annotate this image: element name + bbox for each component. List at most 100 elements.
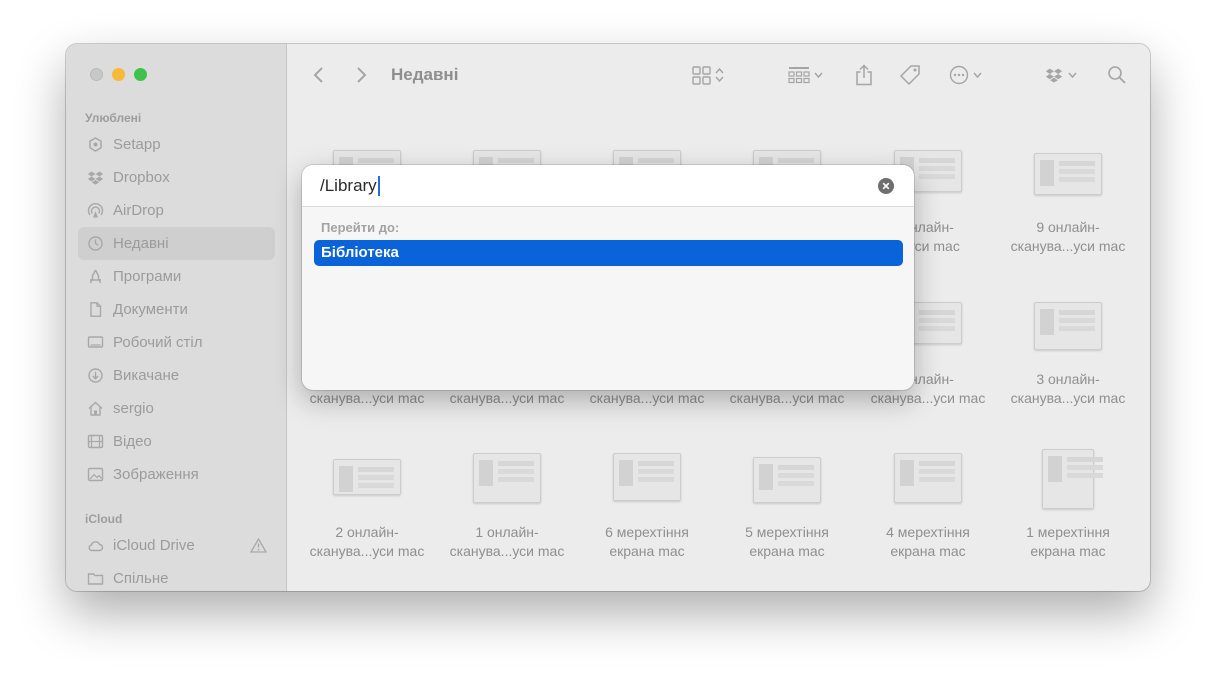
file-name-line2: екрана mac bbox=[609, 543, 685, 559]
file-item[interactable]: 2 онлайн- сканува...уси mac bbox=[297, 453, 437, 568]
file-name-line2: екрана mac bbox=[749, 543, 825, 559]
sidebar-item-label: Викачане bbox=[113, 367, 180, 384]
chevron-left-icon bbox=[313, 67, 323, 83]
file-name-line1: 4 мерехтіння bbox=[886, 524, 970, 540]
sidebar-item-movies[interactable]: Відео bbox=[78, 425, 275, 458]
dropbox-icon bbox=[87, 169, 104, 186]
more-icon bbox=[949, 65, 969, 85]
sidebar-item-downloads[interactable]: Викачане bbox=[78, 359, 275, 392]
sidebar-item-label: Dropbox bbox=[113, 169, 170, 186]
warning-icon[interactable] bbox=[249, 537, 268, 554]
file-name-line2: сканува...уси mac bbox=[589, 390, 705, 406]
go-to-folder-dialog: /Library Перейти до: Бібліотека bbox=[302, 165, 914, 390]
file-thumbnail bbox=[894, 453, 962, 503]
sidebar-section-favorites: Улюблені bbox=[85, 111, 142, 125]
sidebar-item-label: Спільне bbox=[113, 570, 169, 587]
file-name-line2: екрана mac bbox=[1030, 543, 1106, 559]
file-thumbnail bbox=[1034, 302, 1102, 350]
sidebar-section-icloud: iCloud bbox=[85, 512, 123, 526]
view-mode-button[interactable] bbox=[692, 63, 725, 87]
group-grid-icon bbox=[788, 67, 810, 84]
share-button[interactable] bbox=[855, 63, 873, 87]
file-item[interactable]: 6 мерехтіння екрана mac bbox=[577, 453, 717, 568]
file-name-line2: сканува...уси mac bbox=[729, 390, 845, 406]
tags-button[interactable] bbox=[899, 63, 921, 87]
file-thumbnail bbox=[1042, 449, 1103, 509]
icon-grid-icon bbox=[692, 65, 711, 85]
sidebar-item-airdrop[interactable]: AirDrop bbox=[78, 194, 275, 227]
setapp-icon bbox=[87, 136, 104, 153]
file-name-line1: 1 мерехтіння bbox=[1026, 524, 1110, 540]
dropbox-button[interactable] bbox=[1044, 63, 1078, 87]
file-name-line1: 9 онлайн- bbox=[1036, 219, 1100, 235]
dropbox-icon bbox=[1045, 68, 1063, 83]
sidebar-item-label: Програми bbox=[113, 268, 182, 285]
file-thumbnail bbox=[1034, 153, 1102, 195]
window-title: Недавні bbox=[391, 65, 459, 84]
sidebar-item-label: Робочий стіл bbox=[113, 334, 203, 351]
search-icon bbox=[1108, 66, 1126, 84]
file-item[interactable]: 1 онлайн- сканува...уси mac bbox=[437, 453, 577, 568]
file-name-line1: 5 мерехтіння bbox=[745, 524, 829, 540]
share-icon bbox=[856, 64, 872, 86]
forward-button[interactable] bbox=[354, 63, 368, 87]
sidebar-item-label: iCloud Drive bbox=[113, 537, 195, 554]
sidebar: Улюблені Setapp Dropbox AirDrop Недавні … bbox=[66, 44, 287, 591]
home-icon bbox=[87, 400, 104, 417]
chevron-down-icon bbox=[1068, 72, 1077, 79]
go-to-label: Перейти до: bbox=[321, 220, 400, 235]
file-name-line1: 6 мерехтіння bbox=[605, 524, 689, 540]
sidebar-item-label: Документи bbox=[113, 301, 188, 318]
search-button[interactable] bbox=[1107, 63, 1127, 87]
back-button[interactable] bbox=[312, 63, 326, 87]
file-name-line2: екрана mac bbox=[890, 543, 966, 559]
file-name-line2: сканува...уси mac bbox=[309, 390, 425, 406]
sidebar-item-documents[interactable]: Документи bbox=[78, 293, 275, 326]
file-item[interactable]: 4 мерехтіння екрана mac bbox=[858, 453, 998, 568]
file-name-line2: сканува...уси mac bbox=[449, 543, 565, 559]
desktop-icon bbox=[87, 334, 104, 351]
sidebar-item-desktop[interactable]: Робочий стіл bbox=[78, 326, 275, 359]
file-name-line1: 3 онлайн- bbox=[1036, 371, 1100, 387]
chevron-down-icon bbox=[814, 72, 823, 79]
sidebar-item-dropbox[interactable]: Dropbox bbox=[78, 161, 275, 194]
file-item[interactable]: 9 онлайн- сканува...уси mac bbox=[998, 150, 1138, 270]
file-name-line2: сканува...уси mac bbox=[870, 390, 986, 406]
cloud-icon bbox=[87, 537, 104, 554]
sidebar-item-applications[interactable]: Програми bbox=[78, 260, 275, 293]
sidebar-item-label: Setapp bbox=[113, 136, 161, 153]
file-item[interactable]: 1 мерехтіння екрана mac bbox=[998, 449, 1138, 568]
clock-icon bbox=[87, 235, 104, 252]
action-button[interactable] bbox=[949, 63, 983, 87]
sidebar-item-shared[interactable]: Спільне bbox=[78, 562, 275, 591]
sidebar-item-pictures[interactable]: Зображення bbox=[78, 458, 275, 491]
clear-input-icon[interactable] bbox=[878, 178, 894, 194]
close-window-button[interactable] bbox=[90, 68, 103, 81]
path-input-value: /Library bbox=[320, 176, 377, 195]
group-button[interactable] bbox=[788, 63, 824, 87]
sidebar-item-label: Зображення bbox=[113, 466, 199, 483]
sidebar-item-setapp[interactable]: Setapp bbox=[78, 128, 275, 161]
airdrop-icon bbox=[87, 202, 104, 219]
file-name-line2: сканува...уси mac bbox=[449, 390, 565, 406]
sidebar-item-icloud-drive[interactable]: iCloud Drive bbox=[78, 529, 275, 562]
path-input[interactable]: /Library bbox=[320, 175, 860, 197]
document-icon bbox=[87, 301, 104, 318]
sidebar-item-home[interactable]: sergio bbox=[78, 392, 275, 425]
file-item[interactable]: 5 мерехтіння екрана mac bbox=[717, 453, 857, 568]
tag-icon bbox=[899, 65, 920, 86]
file-name-line2: сканува...уси mac bbox=[309, 543, 425, 559]
file-thumbnail bbox=[613, 453, 681, 501]
zoom-window-button[interactable] bbox=[134, 68, 147, 81]
path-input-row: /Library bbox=[302, 165, 914, 207]
sidebar-item-label: sergio bbox=[113, 400, 154, 417]
file-item[interactable]: 3 онлайн- сканува...уси mac bbox=[998, 300, 1138, 415]
minimize-window-button[interactable] bbox=[112, 68, 125, 81]
chevron-down-icon bbox=[973, 72, 982, 79]
window-controls bbox=[90, 68, 147, 81]
sidebar-item-label: Відео bbox=[113, 433, 152, 450]
file-name-line2: сканува...уси mac bbox=[1010, 238, 1126, 254]
sidebar-item-recents[interactable]: Недавні bbox=[78, 227, 275, 260]
chevron-right-icon bbox=[357, 67, 367, 83]
suggestion-item-library[interactable]: Бібліотека bbox=[314, 240, 903, 266]
